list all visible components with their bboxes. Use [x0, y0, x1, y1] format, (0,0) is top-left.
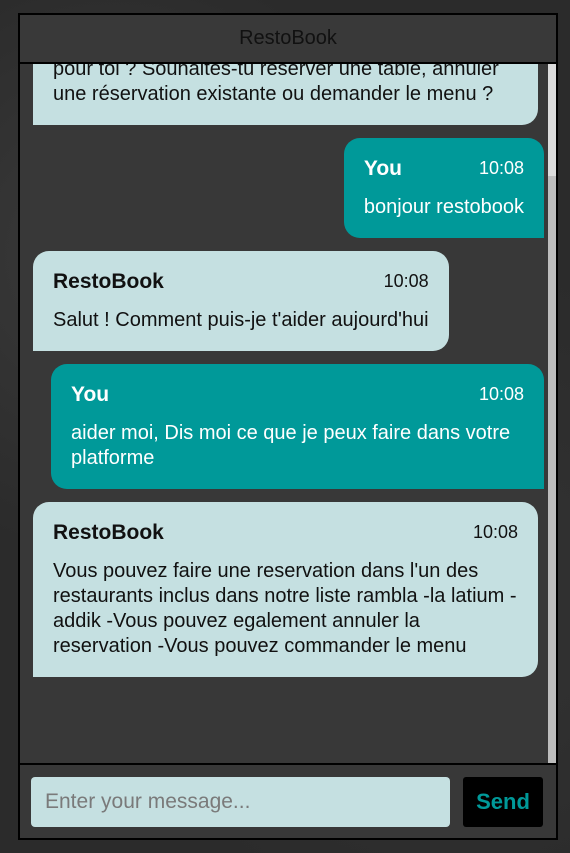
message-time: 10:08: [478, 384, 524, 404]
composer: Send: [20, 765, 556, 838]
message-text: aider moi, Dis moi ce que je peux faire …: [71, 422, 511, 469]
message-text: pour toi ? Souhaites-tu réserver une tab…: [53, 64, 499, 105]
sender-name: RestoBook: [53, 521, 164, 544]
sender-name: RestoBook: [53, 270, 164, 293]
message-text: Salut ! Comment puis-je t'aider aujourd'…: [53, 309, 429, 331]
bot-message: RestoBook 10:08 Vous pouvez faire une res…: [33, 502, 538, 677]
send-button[interactable]: Send: [463, 777, 543, 827]
sender-name: You: [71, 383, 110, 406]
message-input[interactable]: [31, 777, 450, 827]
message-text: Vous pouvez faire une reservation dans l…: [53, 560, 517, 657]
chat-window: RestoBook pour toi ? Souhaites-tu réserv…: [18, 13, 558, 840]
sender-name: You: [363, 157, 402, 180]
user-message: You 10:08 bonjour restobook: [343, 138, 544, 238]
message-time: 10:08: [383, 271, 429, 291]
message-time: 10:08: [478, 158, 524, 178]
scrollbar-thumb[interactable]: [548, 176, 556, 763]
message-text: bonjour restobook: [363, 196, 524, 218]
user-message: You 10:08 aider moi, Dis moi ce que je pe…: [51, 364, 544, 489]
bot-message: pour toi ? Souhaites-tu réserver une tab…: [33, 64, 538, 125]
app-title: RestoBook: [239, 27, 337, 49]
bot-message: RestoBook 10:08 Salut ! Comment puis-je t…: [33, 251, 449, 351]
message-list: pour toi ? Souhaites-tu réserver une tab…: [20, 64, 556, 765]
chat-header: RestoBook: [20, 15, 556, 64]
message-time: 10:08: [472, 522, 518, 542]
